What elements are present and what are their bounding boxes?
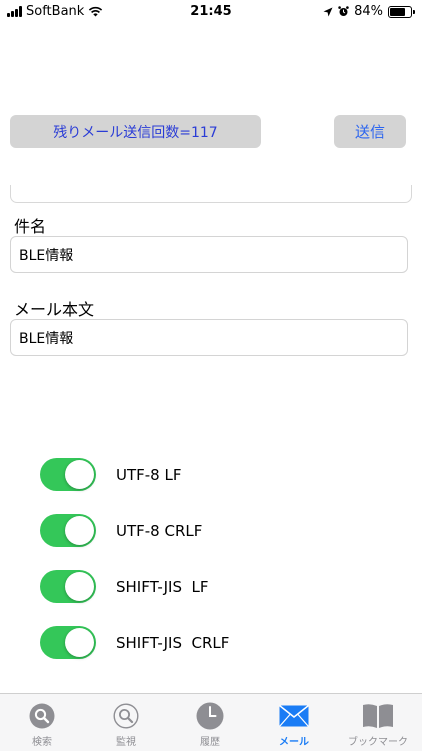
switch-knob — [65, 460, 94, 489]
toggle-row-utf8-crlf: UTF-8 CRLF — [40, 514, 202, 547]
sjis-lf-switch[interactable] — [40, 570, 96, 603]
tab-monitor[interactable]: 監視 — [84, 702, 168, 748]
status-right: 84% — [323, 4, 415, 19]
status-bar: SoftBank 21:45 84% — [0, 0, 422, 26]
utf8-lf-switch[interactable] — [40, 458, 96, 491]
utf8-lf-label: UTF-8 LF — [116, 465, 182, 484]
body-field[interactable]: BLE情報 — [10, 319, 408, 356]
switch-knob — [65, 516, 94, 545]
toggle-row-sjis-crlf: SHIFT-JIS CRLF — [40, 626, 229, 659]
alarm-icon — [338, 6, 349, 16]
tab-history-label: 履歴 — [200, 737, 220, 748]
search-icon — [29, 703, 55, 728]
tab-mail-label: メール — [279, 737, 309, 748]
body-label: メール本文 — [14, 300, 95, 319]
clock-icon — [196, 702, 224, 729]
battery-percent: 84% — [354, 4, 383, 19]
tab-search-label: 検索 — [32, 737, 52, 748]
switch-knob — [65, 628, 94, 657]
tab-mail[interactable]: メール — [252, 702, 336, 748]
battery-fill — [390, 7, 406, 16]
tab-history[interactable]: 履歴 — [168, 702, 252, 748]
switch-knob — [65, 572, 94, 601]
battery-icon — [388, 5, 415, 18]
subject-label: 件名 — [14, 217, 47, 236]
sjis-lf-label: SHIFT-JIS LF — [116, 577, 209, 596]
subject-field[interactable]: BLE情報 — [10, 236, 408, 273]
tab-monitor-label: 監視 — [116, 737, 136, 748]
location-arrow-icon — [323, 7, 333, 16]
remaining-mail-count-button[interactable]: 残りメール送信回数=117 — [10, 115, 261, 148]
utf8-crlf-switch[interactable] — [40, 514, 96, 547]
tab-bookmark[interactable]: ブックマーク — [336, 702, 420, 748]
tab-search[interactable]: 検索 — [0, 702, 84, 748]
sjis-crlf-label: SHIFT-JIS CRLF — [116, 633, 230, 652]
bookmark-icon — [363, 703, 393, 728]
send-button[interactable]: 送信 — [334, 115, 406, 148]
toggle-row-utf8-lf: UTF-8 LF — [40, 458, 181, 491]
monitor-icon — [113, 702, 139, 729]
utf8-crlf-label: UTF-8 CRLF — [116, 521, 203, 540]
toggle-row-sjis-lf: SHIFT-JIS LF — [40, 570, 209, 603]
recipient-field-partial[interactable] — [10, 185, 412, 203]
tab-bar: 検索 監視 履歴 メール ブックマーク — [0, 693, 422, 751]
mail-icon — [279, 704, 309, 727]
sjis-crlf-switch[interactable] — [40, 626, 96, 659]
tab-bookmark-label: ブックマーク — [348, 737, 408, 748]
